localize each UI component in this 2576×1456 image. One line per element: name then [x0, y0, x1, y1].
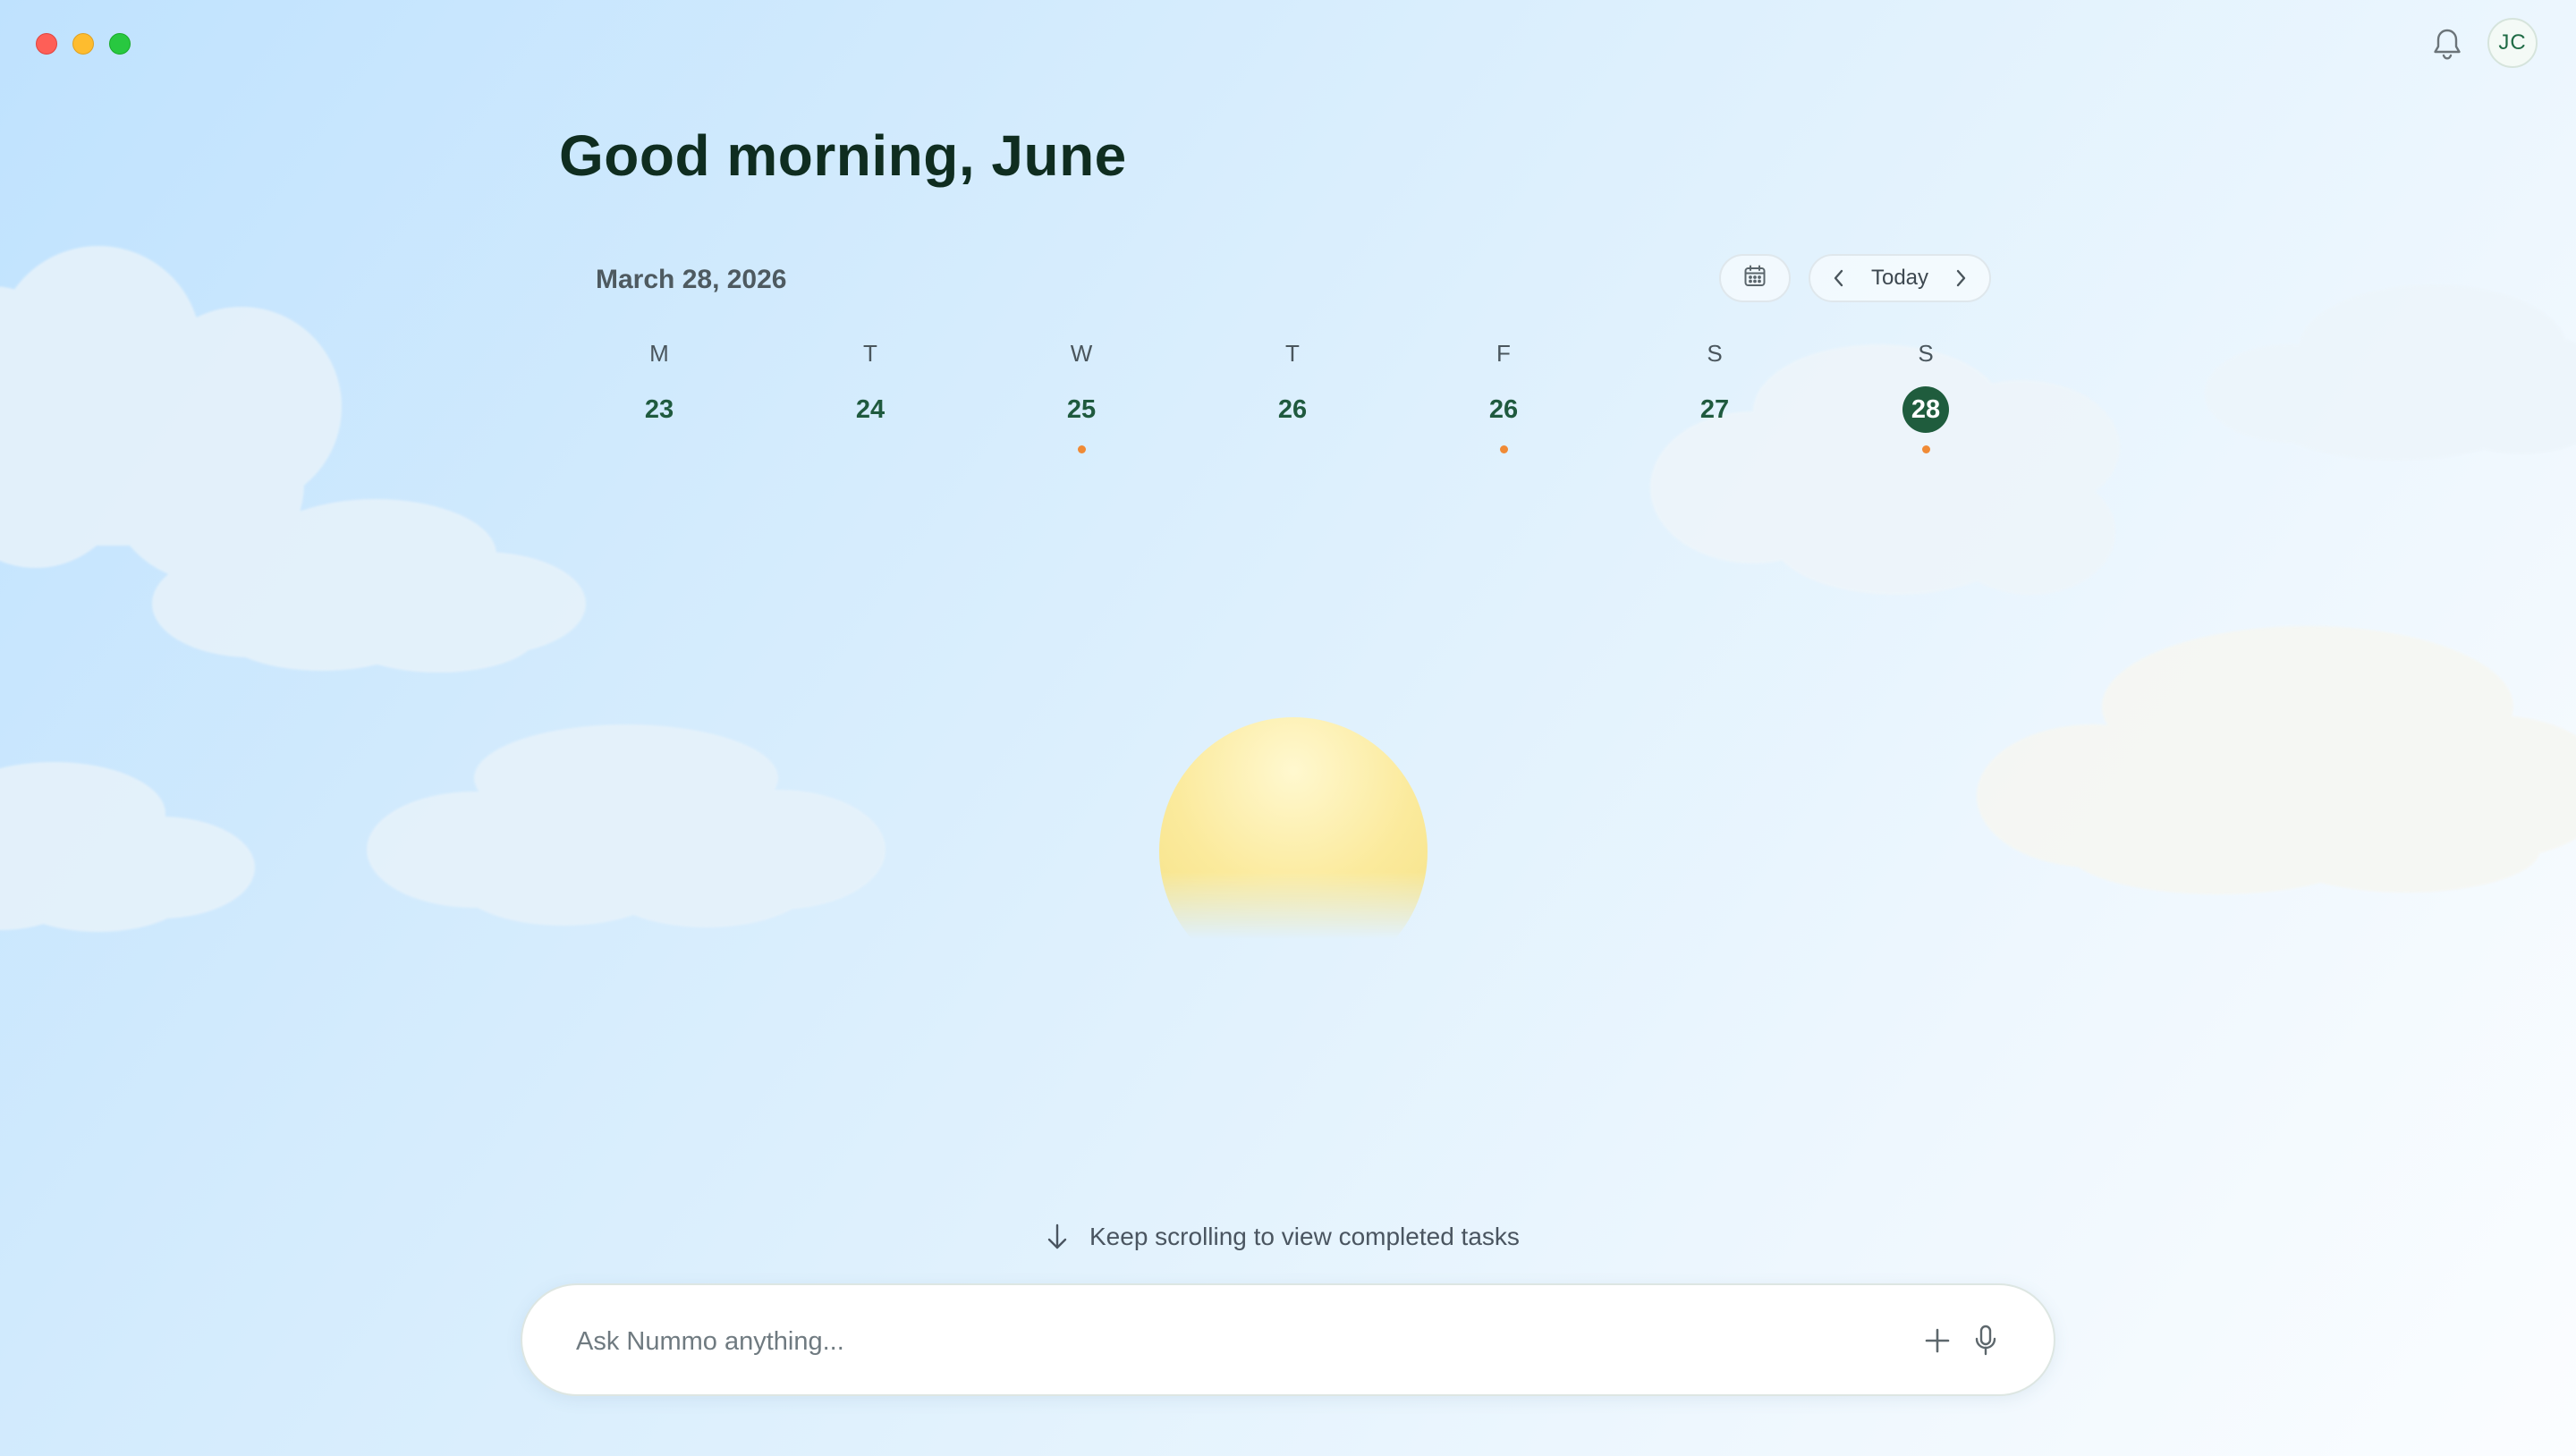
event-indicator: [1500, 445, 1508, 453]
day-of-week-label: W: [1070, 340, 1093, 367]
chevron-left-icon[interactable]: [1828, 267, 1850, 289]
calendar-icon: [1743, 265, 1767, 292]
chevron-right-icon[interactable]: [1950, 267, 1971, 289]
sun-illustration: [1154, 715, 1431, 986]
day-of-week-label: S: [1918, 340, 1934, 367]
window-minimize-button[interactable]: [72, 33, 94, 55]
scroll-hint[interactable]: Keep scrolling to view completed tasks: [1045, 1222, 1520, 1252]
cloud-lower-left: [0, 762, 255, 932]
day-number[interactable]: 27: [1691, 386, 1738, 433]
cloud-behind-calendar: [1650, 344, 2120, 595]
page-title: Good morning, June: [559, 123, 1127, 188]
day-of-week-label: M: [649, 340, 669, 367]
day-number[interactable]: 23: [636, 386, 682, 433]
day-of-week-label: T: [1285, 340, 1300, 367]
cloud-left-mid: [152, 499, 586, 673]
cloud-top-left: [0, 246, 342, 581]
day-number[interactable]: 24: [847, 386, 894, 433]
avatar-initials: JC: [2498, 30, 2527, 55]
day-number[interactable]: 26: [1480, 386, 1527, 433]
ask-bar: [521, 1283, 2055, 1396]
day-number[interactable]: 25: [1058, 386, 1105, 433]
event-indicator: [1078, 445, 1086, 453]
microphone-icon[interactable]: [1966, 1319, 2005, 1362]
bell-icon[interactable]: [2426, 23, 2469, 66]
cloud-center-left: [367, 724, 886, 927]
calendar-picker-button[interactable]: [1719, 254, 1791, 302]
scroll-hint-text: Keep scrolling to view completed tasks: [1089, 1223, 1520, 1250]
avatar[interactable]: JC: [2487, 18, 2538, 68]
day-number[interactable]: 26: [1269, 386, 1316, 433]
window-controls: [36, 33, 131, 55]
week-navigation: Today: [1809, 254, 1991, 302]
window-maximize-button[interactable]: [109, 33, 131, 55]
cloud-right-top: [2205, 284, 2576, 461]
day-number-selected[interactable]: 28: [1902, 386, 1949, 433]
current-date: March 28, 2026: [596, 265, 787, 294]
event-indicator: [1922, 445, 1930, 453]
day-of-week-label: F: [1496, 340, 1511, 367]
day-of-week-label: S: [1707, 340, 1723, 367]
day-of-week-label: T: [863, 340, 877, 367]
arrow-down-icon: [1045, 1222, 1070, 1252]
plus-icon[interactable]: [1918, 1321, 1957, 1360]
today-button[interactable]: Today: [1871, 266, 1928, 291]
cloud-right-bottom: [1977, 626, 2576, 894]
ask-input[interactable]: [574, 1317, 1812, 1366]
window-close-button[interactable]: [36, 33, 57, 55]
